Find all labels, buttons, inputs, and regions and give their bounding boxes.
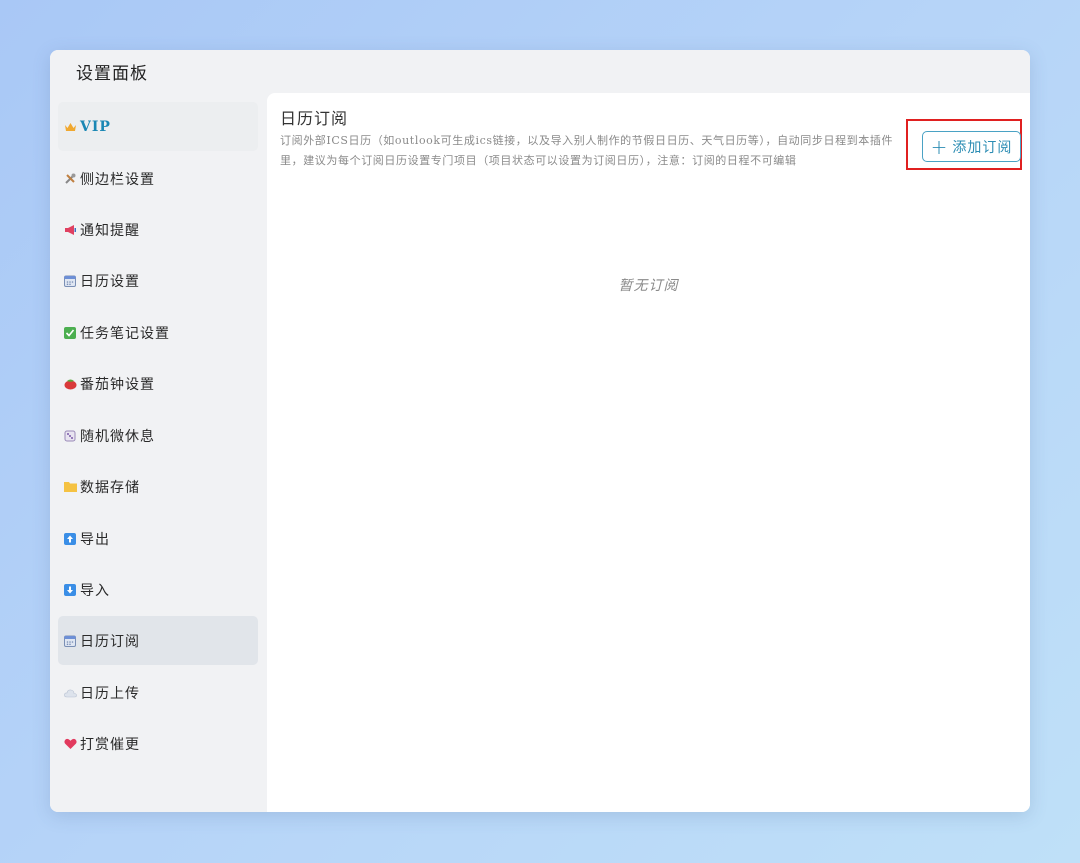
sidebar: VIP 侧边栏设置 通知提醒 日历设置 任务笔记设置 番茄钟设置 随机微休息 数… <box>50 93 267 812</box>
heart-icon <box>63 737 77 751</box>
check-box-icon <box>63 326 77 340</box>
sidebar-item-label: 番茄钟设置 <box>80 376 155 393</box>
sidebar-item-calendar-subscription[interactable]: 日历订阅 <box>58 616 258 665</box>
sidebar-item-label: 数据存储 <box>80 479 140 496</box>
sidebar-item-label: 随机微休息 <box>80 428 155 445</box>
folder-icon <box>63 480 77 494</box>
sidebar-item-calendar-settings[interactable]: 日历设置 <box>58 256 258 305</box>
main-panel: 日历订阅 订阅外部ICS日历（如outlook可生成ics链接，以及导入别人制作… <box>267 93 1030 812</box>
sidebar-item-notifications[interactable]: 通知提醒 <box>58 205 258 254</box>
arrow-up-icon <box>63 532 77 546</box>
arrow-down-icon <box>63 583 77 597</box>
window-title: 设置面板 <box>76 64 148 84</box>
calendar-icon <box>63 634 77 648</box>
settings-window: 设置面板 VIP 侧边栏设置 通知提醒 日历设置 任务笔记设置 番茄钟设置 随机… <box>50 50 1030 812</box>
sidebar-item-vip[interactable]: VIP <box>58 102 258 151</box>
sidebar-item-pomodoro-settings[interactable]: 番茄钟设置 <box>58 359 258 408</box>
megaphone-icon <box>63 223 77 237</box>
sidebar-item-label: 侧边栏设置 <box>80 171 155 188</box>
sidebar-item-label: 日历订阅 <box>80 633 140 650</box>
sidebar-item-data-storage[interactable]: 数据存储 <box>58 462 258 511</box>
page-title: 日历订阅 <box>280 109 349 128</box>
dice-icon <box>63 429 77 443</box>
sidebar-item-sidebar-settings[interactable]: 侧边栏设置 <box>58 154 258 203</box>
sidebar-item-import[interactable]: 导入 <box>58 565 258 614</box>
page-description: 订阅外部ICS日历（如outlook可生成ics链接，以及导入别人制作的节假日日… <box>280 134 894 167</box>
sidebar-item-export[interactable]: 导出 <box>58 514 258 563</box>
sidebar-item-task-note-settings[interactable]: 任务笔记设置 <box>58 308 258 357</box>
cloud-icon <box>63 686 77 700</box>
sidebar-item-label: 导出 <box>80 531 110 548</box>
calendar-icon <box>63 274 77 288</box>
add-subscription-button[interactable]: + 添加订阅 <box>922 131 1021 162</box>
sidebar-item-label: 导入 <box>80 582 110 599</box>
sidebar-item-donate[interactable]: 打赏催更 <box>58 719 258 768</box>
add-subscription-label: 添加订阅 <box>952 139 1013 156</box>
tomato-icon <box>63 377 77 391</box>
title-bar: 设置面板 <box>50 50 1030 93</box>
sidebar-item-calendar-upload[interactable]: 日历上传 <box>58 668 258 717</box>
empty-state-text: 暂无订阅 <box>618 278 679 294</box>
plus-icon: + <box>930 134 949 159</box>
sidebar-item-random-break[interactable]: 随机微休息 <box>58 411 258 460</box>
sidebar-item-label: 通知提醒 <box>80 222 140 239</box>
crown-icon <box>63 120 77 134</box>
sidebar-item-label: 打赏催更 <box>80 736 140 753</box>
sidebar-item-label: VIP <box>80 118 111 135</box>
sidebar-item-label: 日历设置 <box>80 273 140 290</box>
tools-icon <box>63 172 77 186</box>
sidebar-item-label: 任务笔记设置 <box>80 325 170 342</box>
sidebar-item-label: 日历上传 <box>80 685 140 702</box>
